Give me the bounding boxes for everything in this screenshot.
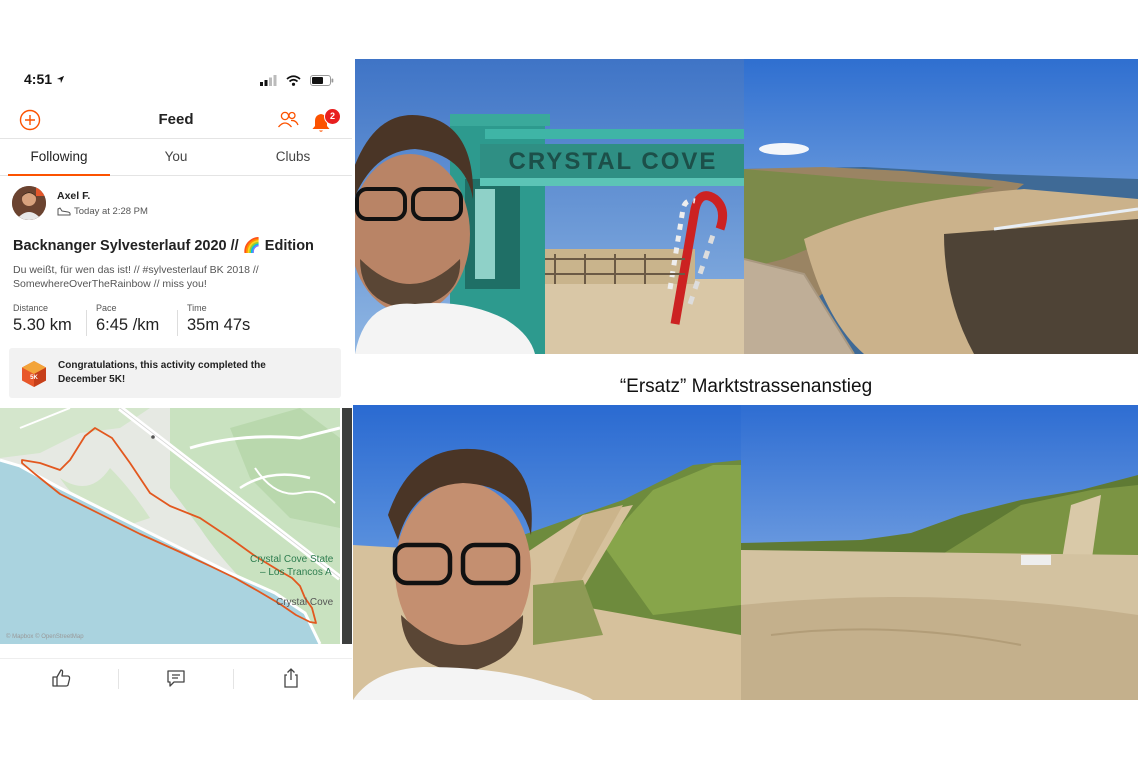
strava-phone-screenshot: 4:51 Feed 2 Following You Clubs Axel F. … xyxy=(0,58,352,700)
map-label-park-line2: – Los Trancos A xyxy=(260,567,332,578)
map-attribution: © Mapbox © OpenStreetMap xyxy=(6,634,84,640)
map-label-place: Crystal Cove xyxy=(276,597,334,608)
photo-crystal-cove-beach xyxy=(744,59,1138,354)
stat-label: Distance xyxy=(13,303,49,313)
photo-selfie-crystal-cove-sign: CRYSTAL COVE xyxy=(355,59,744,354)
tab-you[interactable]: You xyxy=(126,139,226,175)
share-icon[interactable] xyxy=(280,667,302,689)
location-arrow-icon xyxy=(56,75,65,84)
athlete-name[interactable]: Axel F. xyxy=(57,190,90,202)
achievement-banner[interactable]: 5K Congratulations, this activity comple… xyxy=(9,348,341,398)
notification-badge: 2 xyxy=(324,108,341,125)
comment-icon[interactable] xyxy=(165,667,187,689)
post-timestamp: Today at 2:28 PM xyxy=(57,206,148,217)
map-label-park: Crystal Cove State xyxy=(250,554,334,565)
stat-label: Pace xyxy=(96,303,117,313)
tab-following[interactable]: Following xyxy=(8,139,110,175)
action-divider xyxy=(233,669,234,689)
achievement-text: Congratulations, this activity completed… xyxy=(58,360,266,385)
avatar[interactable] xyxy=(12,186,46,220)
second-photo-edge[interactable] xyxy=(342,408,352,644)
activity-title[interactable]: Backnanger Sylvesterlauf 2020 // 🌈 Editi… xyxy=(13,237,314,254)
wifi-icon xyxy=(285,75,301,86)
stat-label: Time xyxy=(187,303,207,313)
feed-navbar: Feed 2 xyxy=(0,102,352,139)
feed-tabs: Following You Clubs xyxy=(0,139,352,176)
action-divider xyxy=(118,669,119,689)
battery-icon xyxy=(310,75,334,86)
status-bar: 4:51 xyxy=(0,58,352,102)
active-tab-indicator xyxy=(8,174,110,176)
post-actions xyxy=(0,658,352,699)
stat-time: Time 35m 47s xyxy=(187,303,250,335)
stat-distance: Distance 5.30 km xyxy=(13,303,72,335)
stat-value: 35m 47s xyxy=(187,316,251,334)
thumbs-up-icon[interactable] xyxy=(50,667,72,689)
photo-selfie-trail xyxy=(353,405,741,700)
badge-5k-icon: 5K xyxy=(22,361,46,387)
stat-value: 6:45 /km xyxy=(96,316,160,334)
stat-pace: Pace 6:45 /km xyxy=(96,303,159,335)
activity-description: Du weißt, für wen das ist! // #sylvester… xyxy=(13,264,259,290)
status-time: 4:51 xyxy=(24,71,65,87)
svg-text:5K: 5K xyxy=(30,375,38,381)
stat-divider xyxy=(177,310,178,336)
stat-value: 5.30 km xyxy=(13,316,72,334)
notifications-button[interactable]: 2 xyxy=(311,108,341,134)
tab-clubs[interactable]: Clubs xyxy=(243,139,343,175)
photo-caption: “Ersatz” Marktstrassenanstieg xyxy=(619,376,873,397)
stat-divider xyxy=(86,310,87,336)
friends-icon[interactable] xyxy=(276,109,300,131)
route-map[interactable]: Crystal Cove State – Los Trancos A Cryst… xyxy=(0,408,340,644)
svg-text:CRYSTAL COVE: CRYSTAL COVE xyxy=(509,148,718,175)
signal-icon xyxy=(260,75,277,86)
photo-beach-dunes xyxy=(741,405,1138,700)
status-icons xyxy=(260,73,334,87)
shoe-icon xyxy=(57,207,71,216)
